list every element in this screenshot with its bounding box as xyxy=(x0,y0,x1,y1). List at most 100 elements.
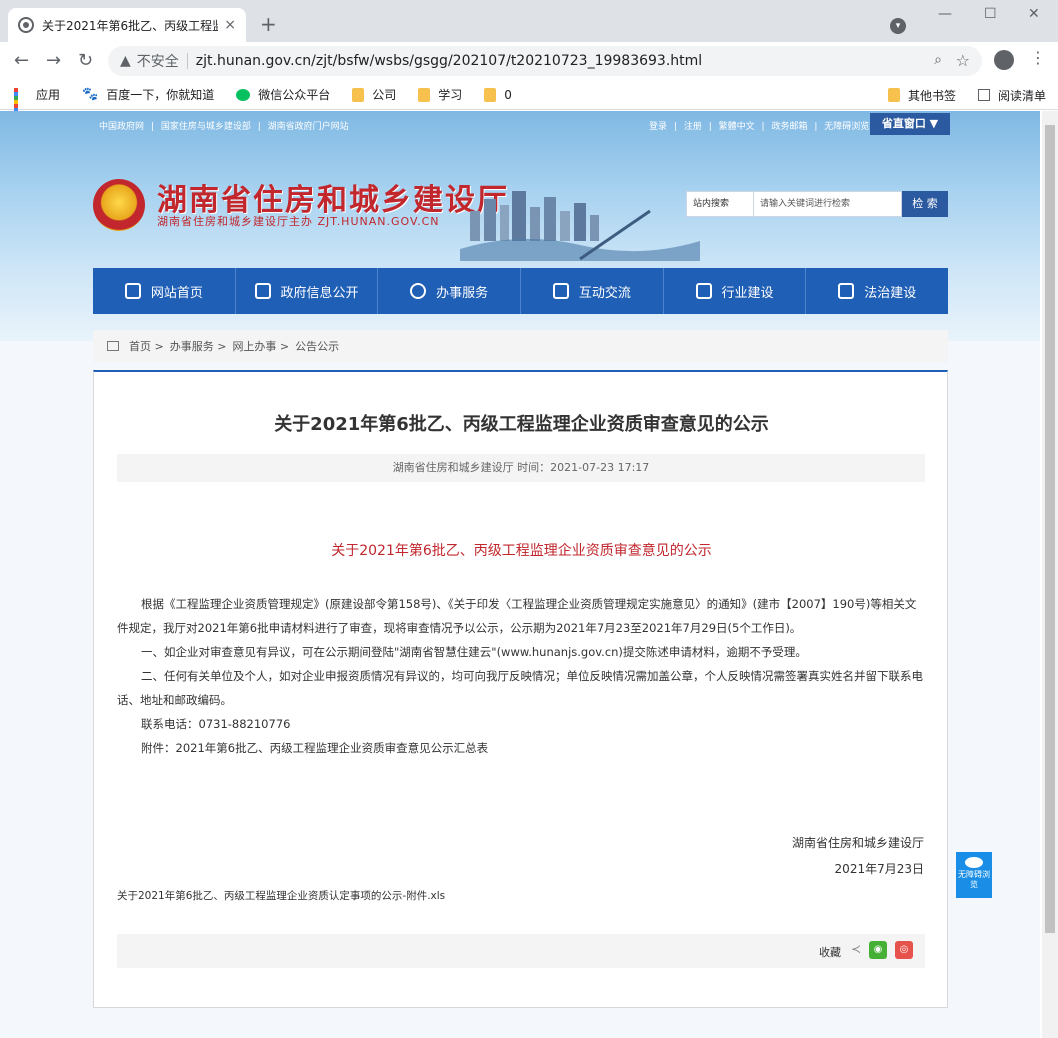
bookmark-star-icon[interactable]: ☆ xyxy=(956,51,970,70)
nav-law[interactable]: 法治建设 xyxy=(806,268,948,314)
breadcrumb-online[interactable]: 网上办事 > xyxy=(232,338,289,354)
maximize-icon[interactable]: ☐ xyxy=(984,6,997,22)
folder-icon xyxy=(352,87,365,102)
sign-date: 2021年7月23日 xyxy=(834,862,924,876)
divider: | xyxy=(814,122,818,132)
nav-home[interactable]: 网站首页 xyxy=(93,268,236,314)
nav-label: 办事服务 xyxy=(436,285,489,301)
accessibility-badge[interactable]: 无障碍浏览 xyxy=(956,852,992,898)
collect-button[interactable]: 收藏 xyxy=(819,944,841,960)
bookmark-apps[interactable]: 应用 xyxy=(14,86,60,124)
bookmark-wechat[interactable]: 微信公众平台 xyxy=(236,86,330,103)
article-red-title: 关于2021年第6批乙、丙级工程监理企业资质审查意见的公示 xyxy=(331,543,712,559)
minimize-icon[interactable]: — xyxy=(938,6,952,22)
tab-search-icon[interactable]: ▾ xyxy=(890,18,906,34)
browser-toolbar: ← → ↻ ▲ 不安全 zjt.hunan.gov.cn/zjt/bsfw/ws… xyxy=(0,42,1058,80)
tab-strip: 关于2021年第6批乙、丙级工程监 × + ▾ — ☐ ✕ xyxy=(0,0,1058,42)
nav-label: 法治建设 xyxy=(864,285,917,301)
menu-icon[interactable]: ⋮ xyxy=(1030,48,1046,67)
browser-tab[interactable]: 关于2021年第6批乙、丙级工程监 × xyxy=(8,8,246,42)
folder-icon xyxy=(418,87,431,102)
apps-grid-icon xyxy=(14,87,28,124)
reading-list-icon xyxy=(977,89,990,101)
bookmark-folder-0[interactable]: 0 xyxy=(484,87,512,102)
attachment-link[interactable]: 关于2021年第6批乙、丙级工程监理企业资质认定事项的公示-附件.xls xyxy=(117,888,445,903)
new-tab-button[interactable]: + xyxy=(260,12,277,36)
address-bar[interactable]: ▲ 不安全 zjt.hunan.gov.cn/zjt/bsfw/wsbs/gsg… xyxy=(108,46,982,76)
folder-icon xyxy=(484,87,497,102)
link-login[interactable]: 登录 xyxy=(649,122,667,132)
back-icon[interactable]: ← xyxy=(14,50,29,71)
book-icon xyxy=(695,283,712,299)
share-bar: 收藏 ≺ ◉ ◎ xyxy=(117,934,925,968)
divider: | xyxy=(761,122,765,132)
nav-label: 政府信息公开 xyxy=(280,285,359,301)
nav-industry[interactable]: 行业建设 xyxy=(664,268,807,314)
link-mohurd[interactable]: 国家住房与城乡建设部 xyxy=(161,122,251,132)
contact-phone: 联系电话：0731-88210776 xyxy=(141,717,291,731)
close-icon[interactable]: × xyxy=(224,17,236,33)
divider: | xyxy=(257,122,261,132)
paragraph: 一、如企业对审查意见有异议，可在公示期间登陆"湖南省智慧住建云"(www.hun… xyxy=(141,645,807,659)
bookmark-folder-company[interactable]: 公司 xyxy=(352,86,396,103)
nav-services[interactable]: 办事服务 xyxy=(378,268,522,314)
window-close-icon[interactable]: ✕ xyxy=(1028,6,1040,22)
bookmark-folder-study[interactable]: 学习 xyxy=(418,86,462,103)
document-icon xyxy=(254,283,271,299)
reload-icon[interactable]: ↻ xyxy=(78,50,93,71)
baidu-icon: 🐾 xyxy=(82,87,99,102)
web-page: 中国政府网 | 国家住房与城乡建设部 | 湖南省政府门户网站 登录 | 注册 |… xyxy=(0,111,1040,1038)
divider xyxy=(186,53,188,69)
forward-icon[interactable]: → xyxy=(46,50,61,71)
wechat-share-icon[interactable]: ◉ xyxy=(869,941,887,959)
signature: 湖南省住房和城乡建设厅 2021年7月23日 xyxy=(792,830,924,882)
bookmark-label: 阅读清单 xyxy=(997,88,1046,103)
paragraph: 根据《工程监理企业资质管理规定》(原建设部令第158号)、《关于印发〈工程监理企… xyxy=(117,597,917,635)
article-body: 根据《工程监理企业资质管理规定》(原建设部令第158号)、《关于印发〈工程监理企… xyxy=(117,592,925,760)
search-button[interactable]: 检 索 xyxy=(902,191,948,217)
nav-interaction[interactable]: 互动交流 xyxy=(521,268,664,314)
paragraph: 二、任何有关单位及个人，如对企业申报资质情况有异议的，均可向我厅反映情况；单位反… xyxy=(117,669,923,707)
warning-icon[interactable]: ▲ xyxy=(120,53,131,69)
nav-gov-info[interactable]: 政府信息公开 xyxy=(236,268,379,314)
link-gov[interactable]: 中国政府网 xyxy=(99,122,144,132)
link-mail[interactable]: 政务邮箱 xyxy=(771,122,807,132)
weibo-share-icon[interactable]: ◎ xyxy=(895,941,913,959)
national-emblem-icon xyxy=(93,179,145,231)
divider: | xyxy=(708,122,712,132)
home-icon[interactable] xyxy=(107,341,119,351)
zoom-icon[interactable]: ⌕ xyxy=(934,52,942,68)
link-register[interactable]: 注册 xyxy=(684,122,702,132)
profile-avatar[interactable] xyxy=(994,50,1014,70)
site-search: 站内搜索 请输入关键词进行检索 检 索 xyxy=(686,191,948,217)
scrollbar-thumb[interactable] xyxy=(1045,125,1055,933)
link-accessible[interactable]: 无障碍浏览 xyxy=(824,122,869,132)
top-links-bar: 中国政府网 | 国家住房与城乡建设部 | 湖南省政府门户网站 登录 | 注册 |… xyxy=(93,115,949,133)
search-input[interactable]: 请输入关键词进行检索 xyxy=(754,191,902,217)
reading-list[interactable]: 阅读清单 xyxy=(977,87,1046,104)
wechat-icon xyxy=(236,88,251,101)
search-scope-select[interactable]: 站内搜索 xyxy=(686,191,754,217)
share-icon[interactable]: ≺ xyxy=(851,942,861,956)
attachment-note: 附件：2021年第6批乙、丙级工程监理企业资质审查意见公示汇总表 xyxy=(141,741,489,755)
insecure-label[interactable]: 不安全 xyxy=(137,51,179,71)
gateway-dropdown[interactable]: 省直窗口 ▼ xyxy=(870,113,950,135)
bookmark-label: 其他书签 xyxy=(907,88,956,103)
divider: | xyxy=(673,122,677,132)
link-traditional[interactable]: 繁體中文 xyxy=(719,122,755,132)
bookmark-baidu[interactable]: 🐾 百度一下，你就知道 xyxy=(82,86,214,103)
bookmark-label: 微信公众平台 xyxy=(258,88,331,102)
url-text[interactable]: zjt.hunan.gov.cn/zjt/bsfw/wsbs/gsgg/2021… xyxy=(196,53,702,69)
breadcrumb-notice[interactable]: 公告公示 xyxy=(295,338,339,354)
bookmark-other[interactable]: 其他书签 xyxy=(887,87,956,104)
clipboard-icon xyxy=(838,283,855,299)
link-hunan-portal[interactable]: 湖南省政府门户网站 xyxy=(268,122,349,132)
chat-icon xyxy=(552,283,569,299)
article-panel: 关于2021年第6批乙、丙级工程监理企业资质审查意见的公示 湖南省住房和城乡建设… xyxy=(93,370,948,1008)
scrollbar[interactable] xyxy=(1042,111,1058,1038)
article-meta: 湖南省住房和城乡建设厅 时间：2021-07-23 17:17 xyxy=(117,454,925,482)
bookmark-label: 0 xyxy=(504,87,512,102)
breadcrumb-services[interactable]: 办事服务 > xyxy=(170,338,227,354)
breadcrumb-home[interactable]: 首页 > xyxy=(129,338,164,354)
divider: | xyxy=(150,122,154,132)
